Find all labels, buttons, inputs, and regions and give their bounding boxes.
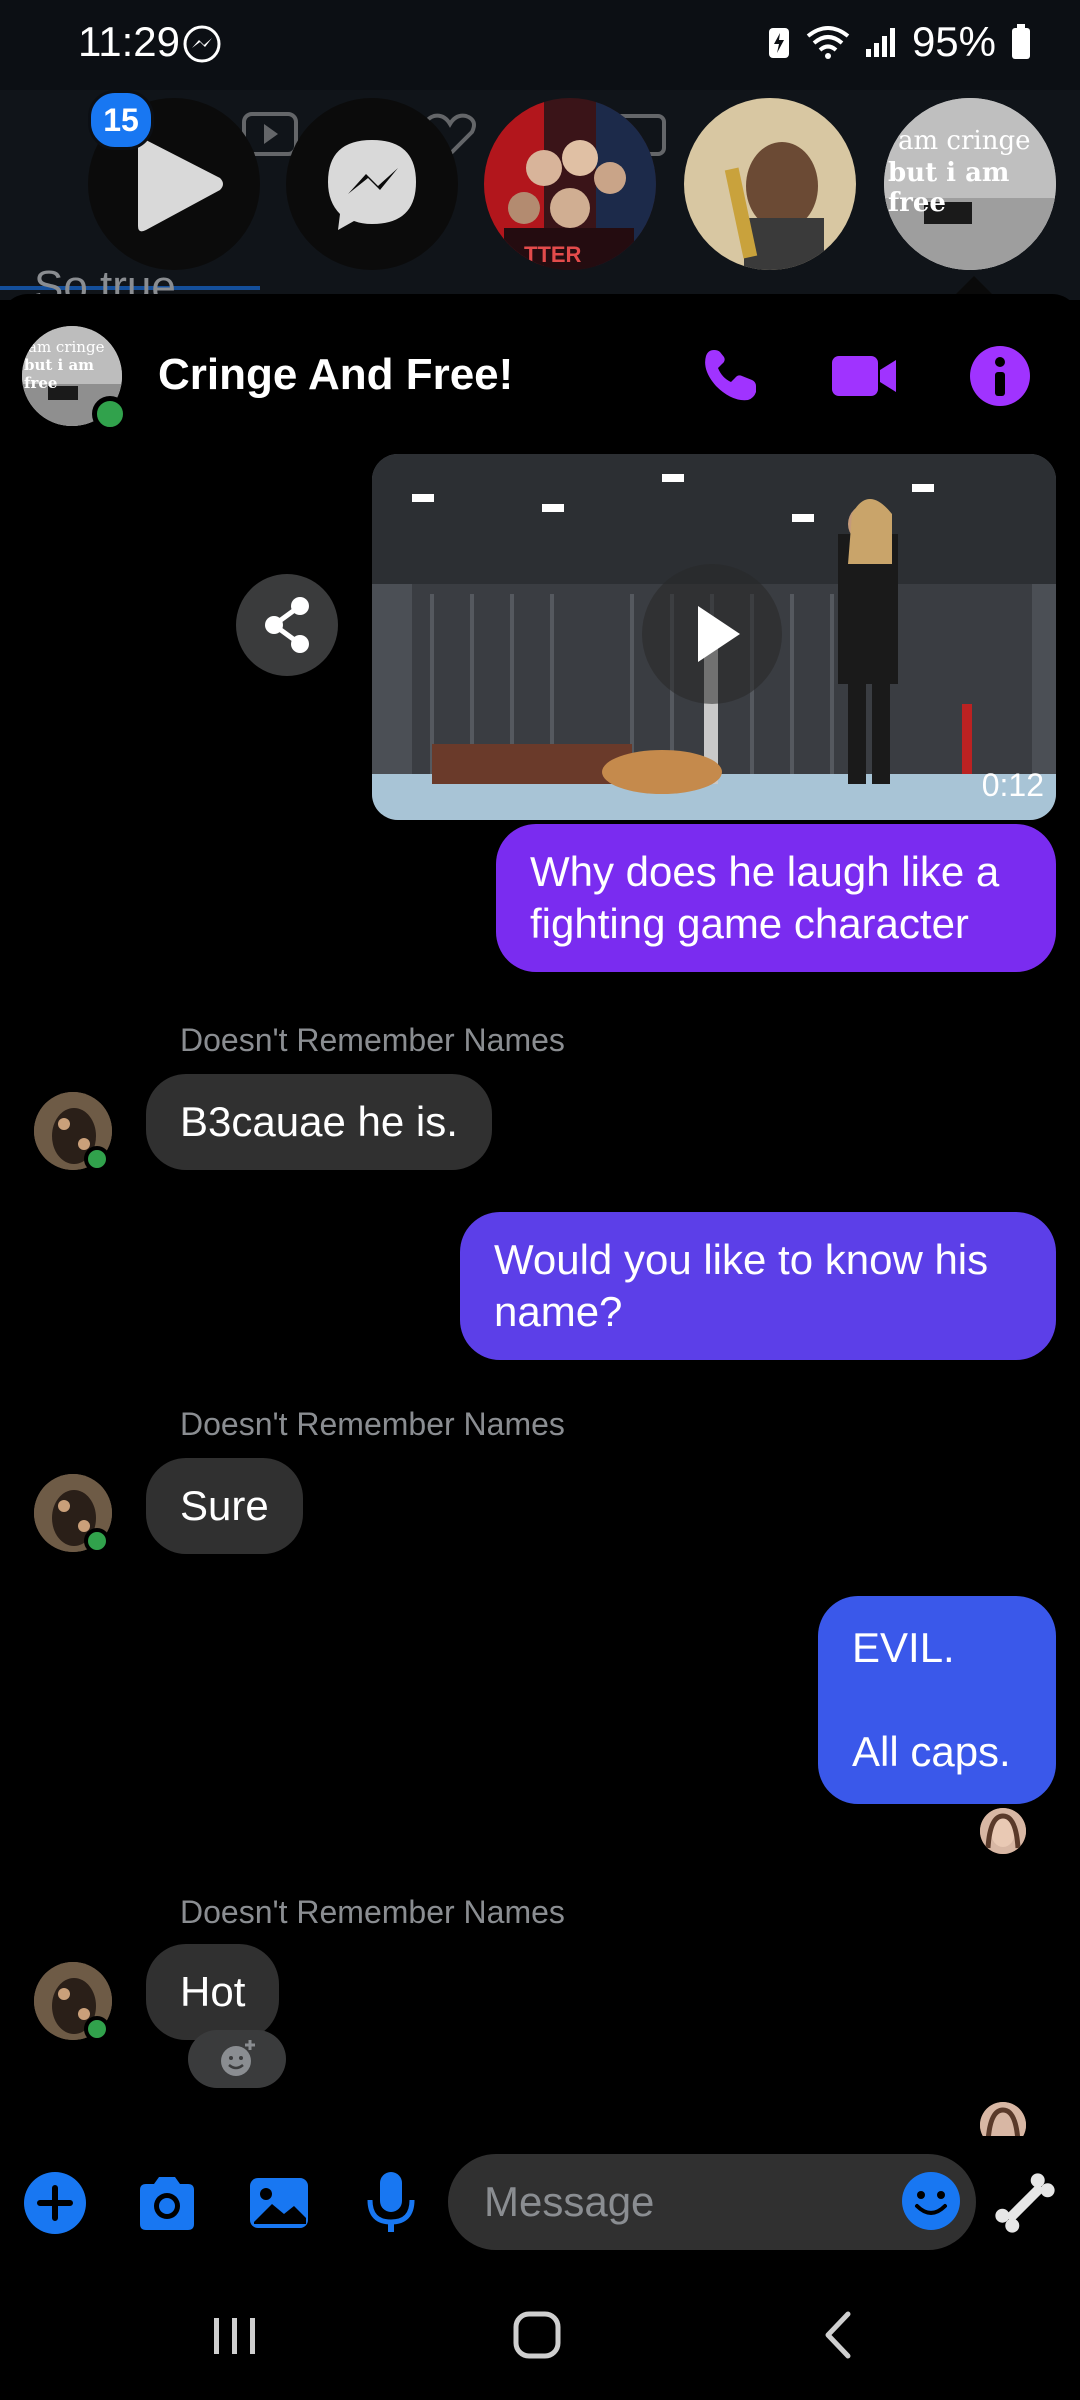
sender-name: Doesn't Remember Names xyxy=(180,1406,565,1442)
chat-head-group[interactable]: am cringe but i am free xyxy=(884,98,1056,270)
home-icon[interactable] xyxy=(502,2300,572,2370)
share-icon xyxy=(265,597,309,653)
message-line: EVIL. xyxy=(852,1624,955,1671)
emoji-icon[interactable] xyxy=(896,2166,966,2236)
message-bubble-sent[interactable]: Why does he laugh like a fighting game c… xyxy=(496,824,1056,972)
recents-icon[interactable] xyxy=(200,2300,270,2370)
avatar-text-2: but i am free xyxy=(24,356,95,392)
video-attachment[interactable]: 0:12 xyxy=(372,454,1056,820)
status-time: 11:29 xyxy=(78,18,180,65)
read-receipt-image xyxy=(980,1808,1026,1854)
video-duration: 0:12 xyxy=(981,767,1044,803)
conversation-title[interactable]: Cringe And Free! xyxy=(158,350,513,400)
message-bubble-received[interactable]: B3cauae he is. xyxy=(146,1074,492,1170)
chat-head-messenger[interactable] xyxy=(286,98,458,270)
info-icon[interactable] xyxy=(964,340,1036,412)
back-icon[interactable] xyxy=(806,2300,876,2370)
video-camera-icon[interactable] xyxy=(828,340,900,412)
sender-name: Doesn't Remember Names xyxy=(180,1022,565,1058)
system-nav-bar xyxy=(0,2270,1080,2400)
person-avatar xyxy=(684,98,856,270)
plus-icon[interactable] xyxy=(20,2168,90,2238)
message-bubble-sent[interactable]: EVIL. All caps. xyxy=(818,1596,1056,1804)
messenger-icon xyxy=(183,25,221,63)
group-thumbnail-text: am cringe xyxy=(898,126,1031,156)
bone-icon[interactable] xyxy=(988,2166,1062,2240)
video-play-button[interactable] xyxy=(642,564,782,704)
group-thumbnail-text-2: but i am free xyxy=(888,158,1010,218)
online-indicator xyxy=(92,396,128,432)
microphone-icon[interactable] xyxy=(356,2168,426,2238)
chat-panel: am cringe but i am free Cringe And Free! xyxy=(0,294,1080,2270)
wifi-icon xyxy=(806,26,850,59)
status-icons: 95% xyxy=(766,18,1032,66)
signal-icon xyxy=(865,28,895,57)
sender-name: Doesn't Remember Names xyxy=(180,1894,565,1930)
camera-icon[interactable] xyxy=(132,2168,202,2238)
wrestlers-thumbnail-text: TTER xyxy=(524,242,582,267)
avatar-text: am cringe xyxy=(28,338,105,356)
battery-saver-icon xyxy=(768,28,789,58)
status-bar: 11:29 95% xyxy=(0,0,1080,90)
unread-badge: 15 xyxy=(88,90,154,150)
message-composer xyxy=(0,2136,1080,2270)
online-indicator xyxy=(84,1146,110,1172)
chat-head-wrestlers[interactable]: TTER xyxy=(484,98,656,270)
active-head-caret xyxy=(956,276,992,294)
chat-header: am cringe but i am free Cringe And Free! xyxy=(0,294,1080,444)
play-icon xyxy=(698,606,740,662)
online-indicator xyxy=(84,2016,110,2042)
read-receipt-avatar xyxy=(980,1808,1026,1854)
message-bubble-received[interactable]: Hot xyxy=(146,1944,280,2040)
battery-percent: 95% xyxy=(911,18,996,65)
chat-head-person[interactable] xyxy=(684,98,856,270)
phone-icon[interactable] xyxy=(694,340,766,412)
add-reaction-button[interactable] xyxy=(188,2030,286,2088)
battery-icon xyxy=(1012,24,1030,59)
gallery-icon[interactable] xyxy=(244,2168,314,2238)
messenger-icon xyxy=(328,140,416,230)
message-bubble-sent[interactable]: Would you like to know his name? xyxy=(460,1212,1056,1360)
add-reaction-icon xyxy=(221,2040,255,2076)
message-bubble-received[interactable]: Sure xyxy=(146,1458,303,1554)
message-line: All caps. xyxy=(852,1728,1011,1775)
online-indicator xyxy=(84,1528,110,1554)
share-button[interactable] xyxy=(236,574,338,676)
